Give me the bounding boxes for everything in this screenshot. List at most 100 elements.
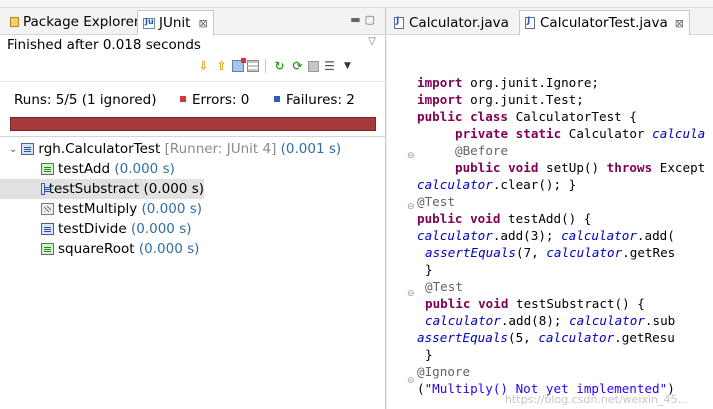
- fold-toggle-icon[interactable]: ⊖: [407, 376, 415, 386]
- code-text: .add(8);: [500, 313, 570, 328]
- code-text: Calculator: [561, 126, 653, 141]
- code-line: public void testSubstract() {: [425, 295, 645, 312]
- scroll-lock-icon[interactable]: [247, 60, 259, 72]
- suite-name: rgh.CalculatorTest: [38, 141, 161, 157]
- test-progress-bar: [10, 117, 376, 131]
- code-line: @Ignore: [417, 363, 470, 380]
- code-text: .clear(); }: [492, 177, 577, 192]
- java-file-icon: [394, 16, 404, 29]
- failure-marker-icon: [274, 96, 280, 102]
- code-line: private static Calculator calcula: [455, 125, 705, 142]
- dropdown-arrow-icon[interactable]: ▼: [340, 59, 355, 74]
- editor-tab-bar: Calculator.java CalculatorTest.java ⊠: [387, 8, 713, 35]
- stop-icon[interactable]: [308, 60, 319, 72]
- keyword: throws: [606, 160, 653, 175]
- code-text: setUp(): [538, 160, 607, 175]
- code-line: import org.junit.Ignore;: [417, 74, 599, 91]
- code-line: assertEquals(5, calculator.getResu: [417, 329, 675, 346]
- suite-time: (0.001 s): [280, 141, 342, 157]
- code-line: }: [425, 346, 433, 363]
- code-line: @Test: [425, 278, 463, 295]
- tab-package-explorer[interactable]: Package Explorer: [6, 10, 143, 34]
- tab-label: Calculator.java: [409, 14, 509, 31]
- code-line: public void testAdd() {: [417, 210, 591, 227]
- code-line: import org.junit.Test;: [417, 91, 584, 108]
- keyword: public class: [417, 109, 508, 124]
- code-text: CalculatorTest {: [508, 109, 637, 124]
- test-tree: ⌄ rgh.CalculatorTest [Runner: JUnit 4] (…: [0, 139, 386, 259]
- run-status-text: Finished after 0.018 seconds: [7, 37, 201, 53]
- annotation: @Ignore: [417, 364, 471, 379]
- code-line: calculator.clear(); }: [417, 176, 576, 193]
- left-tab-bar: Package Explorer JUnit ⊠ ▬▢: [0, 8, 385, 35]
- code-text: .add(3);: [492, 228, 562, 243]
- code-line: calculator.add(8); calculator.sub: [425, 312, 675, 329]
- package-explorer-icon: [10, 17, 19, 27]
- test-name: testAdd: [58, 161, 111, 177]
- code-area[interactable]: import org.junit.Ignore; import org.juni…: [417, 36, 713, 409]
- code-text: (: [417, 381, 425, 396]
- test-time: (0.000 s): [143, 181, 204, 197]
- test-passed-icon: [41, 163, 54, 175]
- view-menu-icon[interactable]: ▽: [368, 36, 376, 47]
- code-text: testAdd() {: [500, 211, 592, 226]
- previous-failure-icon[interactable]: ⇧: [214, 59, 229, 74]
- tree-item-testadd[interactable]: testAdd (0.000 s): [0, 159, 386, 179]
- keyword: public void: [417, 211, 501, 226]
- rerun-failed-first-icon[interactable]: ⟳: [290, 59, 305, 74]
- code-text: }: [425, 347, 433, 362]
- fold-toggle-icon[interactable]: ⊖: [407, 151, 415, 161]
- close-icon[interactable]: ⊠: [675, 17, 684, 30]
- rerun-test-icon[interactable]: ↻: [272, 59, 287, 74]
- next-failure-icon[interactable]: ⇩: [196, 59, 211, 74]
- failures-counter: Failures: 2: [274, 92, 355, 108]
- code-text: org.junit.Test;: [462, 92, 584, 107]
- code-text: Except: [652, 160, 706, 175]
- tree-item-testsubstract[interactable]: testSubstract (0.000 s): [0, 179, 204, 199]
- tree-item-squareroot[interactable]: squareRoot (0.000 s): [0, 239, 386, 259]
- method-ref: assertEquals: [417, 330, 508, 345]
- code-text: (7,: [516, 245, 547, 260]
- field-ref: calculator: [417, 177, 493, 192]
- editor-pane: Calculator.java CalculatorTest.java ⊠ ⊖ …: [387, 8, 713, 409]
- errors-counter: Errors: 0: [180, 92, 249, 108]
- code-line: @Test: [417, 193, 455, 210]
- tab-label: CalculatorTest.java: [540, 15, 668, 31]
- code-text: org.junit.Ignore;: [462, 75, 599, 90]
- code-line: public void setUp() throws Except: [455, 159, 705, 176]
- chevron-down-icon[interactable]: ⌄: [9, 144, 17, 155]
- minimize-maximize-icons[interactable]: ▬▢: [350, 13, 379, 26]
- fold-toggle-icon[interactable]: ⊖: [407, 289, 415, 299]
- junit-view-pane: Package Explorer JUnit ⊠ ▬▢ Finished aft…: [0, 8, 386, 409]
- code-text: }: [425, 262, 433, 277]
- errors-label: Errors: 0: [192, 92, 250, 108]
- close-icon[interactable]: ⊠: [198, 17, 207, 30]
- field-ref: calculator: [538, 330, 615, 345]
- field-ref: calculator: [417, 228, 493, 243]
- fold-toggle-icon[interactable]: ⊖: [407, 202, 415, 212]
- code-text: .add(: [636, 228, 675, 243]
- test-name: squareRoot: [58, 241, 135, 257]
- test-time: (0.000 s): [130, 221, 192, 237]
- main-toolbar-strip: [0, 0, 713, 8]
- tree-item-testdivide[interactable]: testDivide (0.000 s): [0, 219, 386, 239]
- failures-label: Failures: 2: [286, 92, 355, 108]
- test-ignored-icon: [41, 203, 54, 215]
- code-text: .getRes: [622, 245, 676, 260]
- test-counters: Runs: 5/5 (1 ignored) Errors: 0 Failures…: [0, 81, 386, 113]
- field-ref: calculator: [546, 245, 623, 260]
- test-run-history-icon[interactable]: ☰: [322, 59, 337, 74]
- annotation: @Before: [455, 143, 509, 158]
- tree-item-testmultiply[interactable]: testMultiply (0.000 s): [0, 199, 386, 219]
- tab-junit[interactable]: JUnit ⊠: [137, 10, 214, 35]
- tab-label: JUnit: [159, 15, 191, 31]
- annotation: @Test: [425, 279, 463, 294]
- code-line: @Before: [455, 142, 508, 159]
- tab-calculator-java[interactable]: Calculator.java: [389, 10, 514, 35]
- toolbar-separator: [265, 59, 266, 73]
- test-time: (0.000 s): [141, 201, 203, 217]
- tab-calculatortest-java[interactable]: CalculatorTest.java ⊠: [519, 10, 690, 35]
- test-time: (0.000 s): [114, 161, 175, 177]
- test-failed-icon: [41, 183, 51, 195]
- show-failures-only-icon[interactable]: [232, 58, 246, 72]
